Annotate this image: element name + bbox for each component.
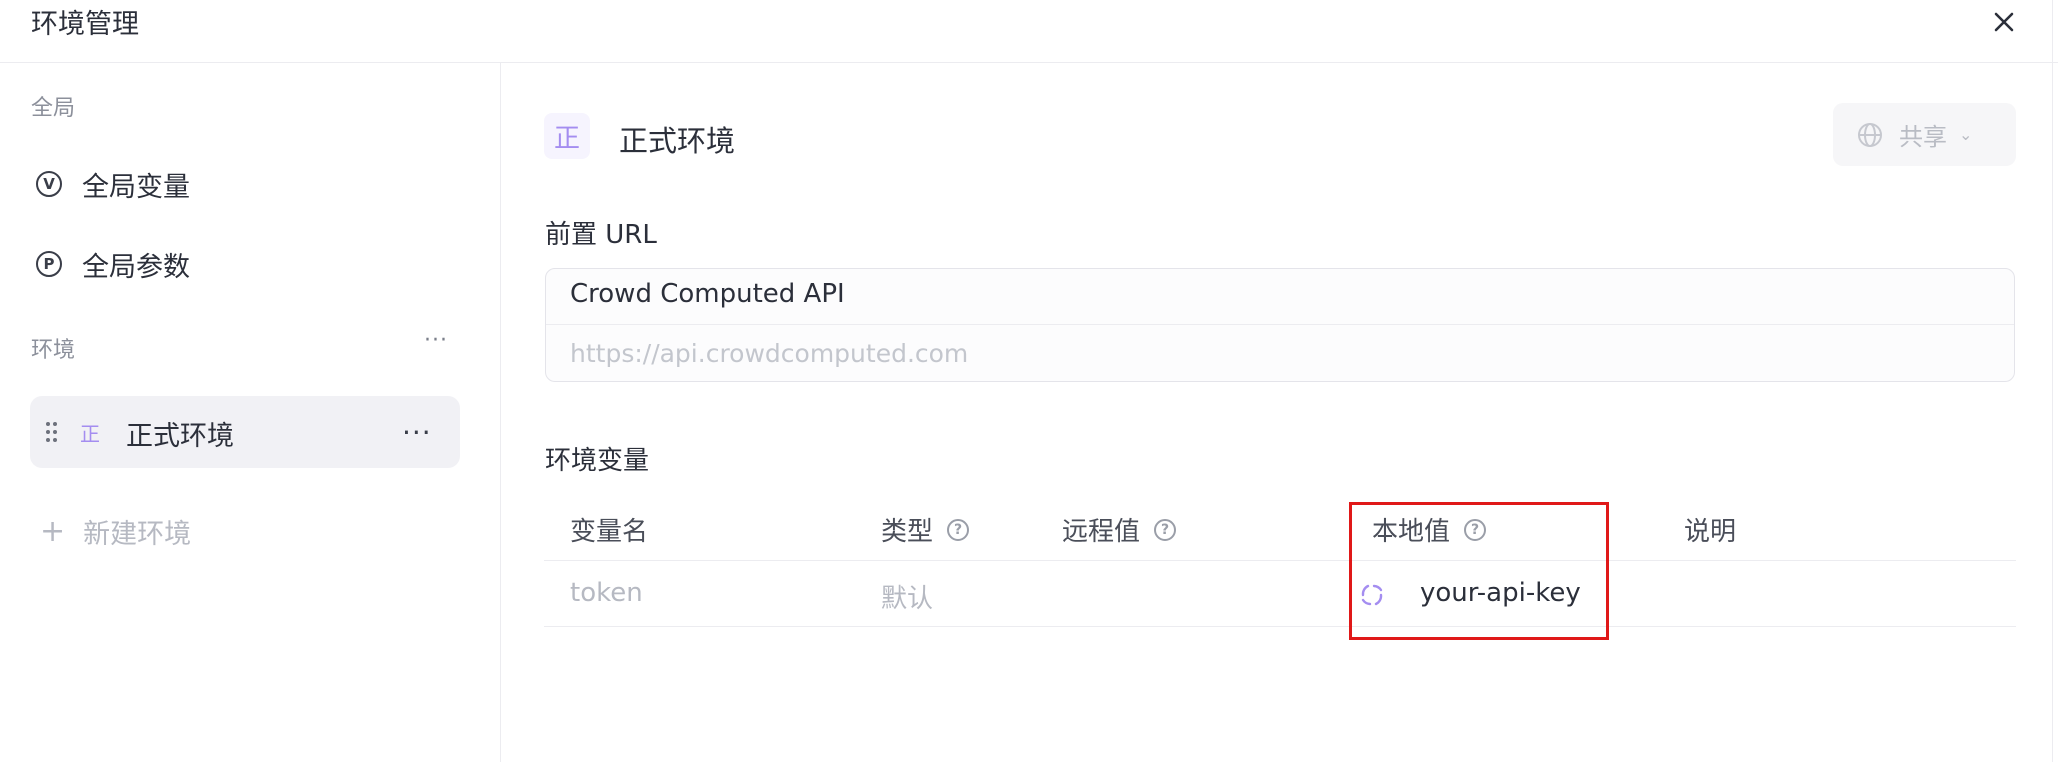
col-header-remote-value: 远程值 ? (1062, 511, 1177, 548)
col-header-label: 说明 (1684, 517, 1737, 547)
plus-icon: + (40, 514, 66, 549)
close-icon[interactable] (1986, 4, 2022, 40)
col-header-type: 类型 ? (881, 511, 970, 548)
parameter-icon: P (36, 251, 62, 277)
env-vars-label: 环境变量 (545, 446, 650, 476)
prefix-url-label: 前置 URL (545, 220, 657, 250)
env-name-title[interactable]: 正式环境 (619, 118, 735, 160)
env-section-more-icon[interactable]: ··· (424, 330, 448, 352)
highlight-box (1349, 502, 1609, 640)
col-header-name: 变量名 (570, 511, 648, 548)
prefix-url-input[interactable] (568, 333, 1972, 373)
drag-handle-icon[interactable] (46, 422, 58, 442)
sidebar-item-global-variables[interactable]: V 全局变量 (36, 162, 190, 206)
chevron-down-icon: ⌄ (1959, 125, 1973, 144)
share-label: 共享 (1899, 123, 1947, 151)
env-header-badge: 正 (544, 113, 590, 159)
new-env-button[interactable]: + 新建环境 (40, 512, 191, 551)
table-divider (544, 560, 2016, 561)
dialog-title: 环境管理 (31, 9, 139, 40)
main-panel (501, 63, 2052, 762)
env-badge: 正 (80, 421, 100, 446)
new-env-label: 新建环境 (83, 519, 192, 550)
global-section-label: 全局 (31, 96, 76, 121)
variable-icon: V (36, 171, 62, 197)
divider (546, 324, 2014, 325)
help-icon[interactable]: ? (1154, 518, 1177, 541)
env-item-more-icon[interactable]: ··· (402, 416, 432, 449)
service-name: Crowd Computed API (570, 279, 845, 309)
col-header-label: 类型 (881, 517, 934, 547)
col-header-label: 远程值 (1062, 517, 1141, 547)
env-item-label: 正式环境 (126, 421, 234, 452)
col-header-label: 变量名 (570, 517, 649, 547)
table-divider (544, 626, 2016, 627)
var-type-cell[interactable]: 默认 (881, 578, 933, 615)
sidebar-item-global-params[interactable]: P 全局参数 (36, 242, 190, 286)
var-name-cell[interactable]: token (570, 578, 643, 608)
globe-icon (1858, 122, 1882, 147)
dialog-header: 环境管理 (0, 0, 2058, 63)
dialog-edge (2052, 0, 2053, 762)
sidebar-item-label: 全局变量 (82, 171, 190, 203)
col-header-description: 说明 (1684, 511, 1736, 548)
share-dropdown[interactable]: 共享 ⌄ (1833, 103, 2016, 166)
sidebar-item-label: 全局参数 (82, 251, 190, 283)
env-section-label: 环境 (31, 338, 76, 363)
help-icon[interactable]: ? (947, 518, 970, 541)
sidebar-item-production-env[interactable]: 正 正式环境 ··· (30, 396, 460, 468)
prefix-url-box: Crowd Computed API (545, 268, 2015, 382)
